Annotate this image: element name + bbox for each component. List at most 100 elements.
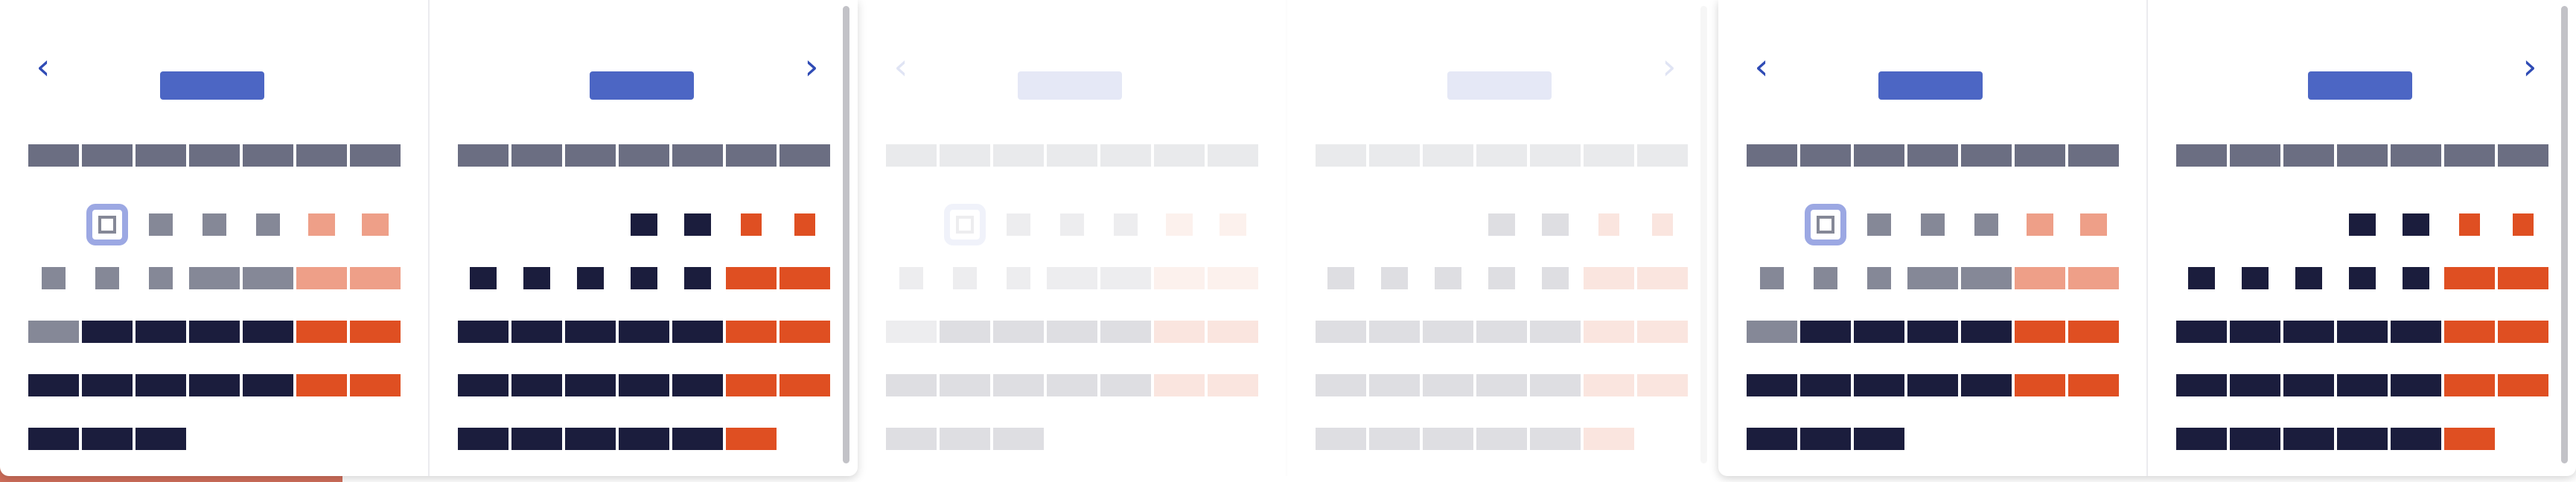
day-cell[interactable] (2176, 374, 2227, 396)
day-cell[interactable] (1316, 374, 1366, 396)
day-cell[interactable] (940, 374, 990, 396)
day-cell[interactable] (203, 213, 226, 236)
day-cell[interactable] (523, 267, 550, 289)
day-cell[interactable] (2403, 267, 2429, 289)
day-cell[interactable] (1047, 321, 1097, 343)
day-cell[interactable] (886, 321, 937, 343)
day-cell[interactable] (1652, 213, 1673, 236)
day-cell[interactable] (684, 213, 711, 236)
day-cell[interactable] (362, 213, 389, 236)
day-cell[interactable] (780, 321, 830, 343)
day-cell[interactable] (1100, 374, 1151, 396)
day-cell[interactable] (619, 321, 669, 343)
day-cell[interactable] (1488, 213, 1515, 236)
day-cell[interactable] (256, 213, 280, 236)
day-cell[interactable] (565, 428, 616, 450)
day-cell[interactable] (993, 428, 1044, 450)
day-cell[interactable] (2283, 374, 2334, 396)
year-badge[interactable] (2308, 71, 2412, 100)
day-cell[interactable] (684, 267, 711, 289)
day-cell[interactable] (82, 321, 133, 343)
day-cell[interactable] (2230, 428, 2280, 450)
day-cell[interactable] (2513, 213, 2534, 236)
day-cell[interactable] (1800, 374, 1851, 396)
day-cell[interactable] (2230, 374, 2280, 396)
day-cell[interactable] (136, 321, 186, 343)
day-cell[interactable] (1867, 267, 1891, 289)
day-cell[interactable] (794, 213, 815, 236)
day-cell[interactable] (243, 321, 293, 343)
day-cell[interactable] (2459, 213, 2480, 236)
day-cell[interactable] (2027, 213, 2053, 236)
day-cell[interactable] (2349, 267, 2376, 289)
day-cell[interactable] (1800, 428, 1851, 450)
day-cell[interactable] (1007, 213, 1030, 236)
day-cell[interactable] (2176, 321, 2227, 343)
day-cell[interactable] (672, 321, 723, 343)
day-cell[interactable] (1530, 374, 1581, 396)
day-cell[interactable] (619, 428, 669, 450)
day-cell[interactable] (1530, 321, 1581, 343)
day-cell[interactable] (2498, 321, 2548, 343)
day-cell[interactable] (2080, 213, 2107, 236)
day-cell[interactable] (1381, 267, 1408, 289)
year-badge[interactable] (1018, 71, 1122, 100)
year-badge[interactable] (160, 71, 264, 100)
day-cell[interactable] (1907, 321, 1958, 343)
day-cell[interactable] (2391, 428, 2441, 450)
day-cell[interactable] (1316, 321, 1366, 343)
day-cell[interactable] (940, 321, 990, 343)
day-cell[interactable] (1907, 374, 1958, 396)
day-cell[interactable] (136, 428, 186, 450)
day-cell[interactable] (565, 321, 616, 343)
today-day-cell[interactable] (1805, 204, 1846, 245)
day-cell[interactable] (2349, 213, 2376, 236)
day-cell[interactable] (1476, 321, 1527, 343)
day-cell[interactable] (1208, 374, 1258, 396)
day-cell[interactable] (149, 267, 173, 289)
day-cell[interactable] (1208, 267, 1258, 289)
day-cell[interactable] (2295, 267, 2322, 289)
day-cell[interactable] (28, 321, 79, 343)
day-cell[interactable] (2391, 321, 2441, 343)
day-cell[interactable] (1154, 374, 1205, 396)
day-cell[interactable] (1747, 321, 1797, 343)
day-cell[interactable] (2068, 374, 2119, 396)
day-cell[interactable] (2068, 321, 2119, 343)
day-cell[interactable] (1047, 267, 1097, 289)
day-cell[interactable] (2391, 374, 2441, 396)
day-cell[interactable] (2444, 267, 2495, 289)
day-cell[interactable] (726, 428, 777, 450)
day-cell[interactable] (1100, 321, 1151, 343)
day-cell[interactable] (243, 267, 293, 289)
day-cell[interactable] (1542, 213, 1569, 236)
day-cell[interactable] (2015, 267, 2065, 289)
day-cell[interactable] (2337, 321, 2388, 343)
day-cell[interactable] (2498, 267, 2548, 289)
day-cell[interactable] (2068, 267, 2119, 289)
day-cell[interactable] (672, 428, 723, 450)
day-cell[interactable] (1598, 213, 1619, 236)
day-cell[interactable] (886, 428, 937, 450)
day-cell[interactable] (631, 213, 657, 236)
day-cell[interactable] (296, 321, 347, 343)
day-cell[interactable] (28, 374, 79, 396)
day-cell[interactable] (1530, 428, 1581, 450)
day-cell[interactable] (1154, 267, 1205, 289)
day-cell[interactable] (2242, 267, 2269, 289)
day-cell[interactable] (1854, 428, 1904, 450)
day-cell[interactable] (1974, 213, 1998, 236)
day-cell[interactable] (511, 374, 562, 396)
day-cell[interactable] (511, 428, 562, 450)
day-cell[interactable] (1220, 213, 1246, 236)
day-cell[interactable] (726, 374, 777, 396)
day-cell[interactable] (458, 428, 508, 450)
day-cell[interactable] (136, 374, 186, 396)
day-cell[interactable] (1476, 374, 1527, 396)
day-cell[interactable] (2230, 321, 2280, 343)
day-cell[interactable] (1047, 374, 1097, 396)
day-cell[interactable] (577, 267, 604, 289)
day-cell[interactable] (2444, 428, 2495, 450)
day-cell[interactable] (350, 267, 401, 289)
day-cell[interactable] (511, 321, 562, 343)
